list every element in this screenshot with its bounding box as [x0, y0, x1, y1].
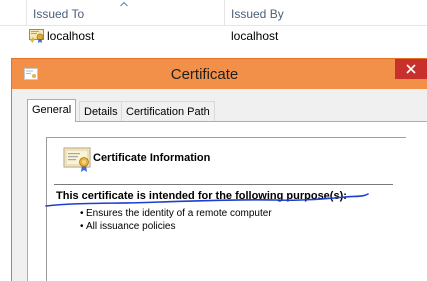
- tab-details[interactable]: Details: [79, 101, 123, 122]
- divider: [54, 184, 393, 185]
- close-icon: [406, 64, 416, 74]
- certificate-dialog: Certificate General Details Certificatio…: [11, 58, 427, 281]
- certificate-information-heading: Certificate Information: [93, 152, 211, 164]
- certificate-row-icon: [29, 29, 44, 43]
- column-separator: [26, 0, 27, 26]
- general-tab-panel: Certificate Information This certificate…: [27, 121, 427, 281]
- purpose-item: • Ensures the identity of a remote comput…: [80, 208, 272, 219]
- dialog-body: General Details Certification Path Certi…: [12, 89, 427, 281]
- table-row[interactable]: localhost localhost: [26, 26, 427, 47]
- purpose-item: • All issuance policies: [80, 221, 176, 232]
- certificate-information-box: Certificate Information This certificate…: [46, 137, 406, 281]
- dialog-title: Certificate: [170, 66, 239, 83]
- close-button[interactable]: [395, 59, 427, 79]
- purpose-item-text: Ensures the identity of a remote compute…: [86, 208, 272, 219]
- certificate-list-header: Issued To Issued By: [0, 0, 427, 26]
- certificate-ribbon-icon: [63, 147, 91, 172]
- purpose-item-text: All issuance policies: [86, 221, 176, 232]
- row-issued-by: localhost: [231, 29, 279, 43]
- screen: Issued To Issued By localhost localhost: [0, 0, 427, 281]
- tab-certification-path[interactable]: Certification Path: [121, 101, 215, 122]
- tab-general[interactable]: General: [27, 99, 77, 122]
- row-issued-to: localhost: [47, 29, 95, 43]
- column-separator[interactable]: [224, 0, 225, 26]
- title-bar[interactable]: Certificate: [12, 59, 427, 89]
- purpose-heading: This certificate is intended for the fol…: [56, 190, 347, 202]
- column-header-issued-to[interactable]: Issued To: [33, 0, 84, 26]
- column-header-issued-by[interactable]: Issued By: [231, 0, 284, 26]
- sort-ascending-icon: [120, 1, 128, 7]
